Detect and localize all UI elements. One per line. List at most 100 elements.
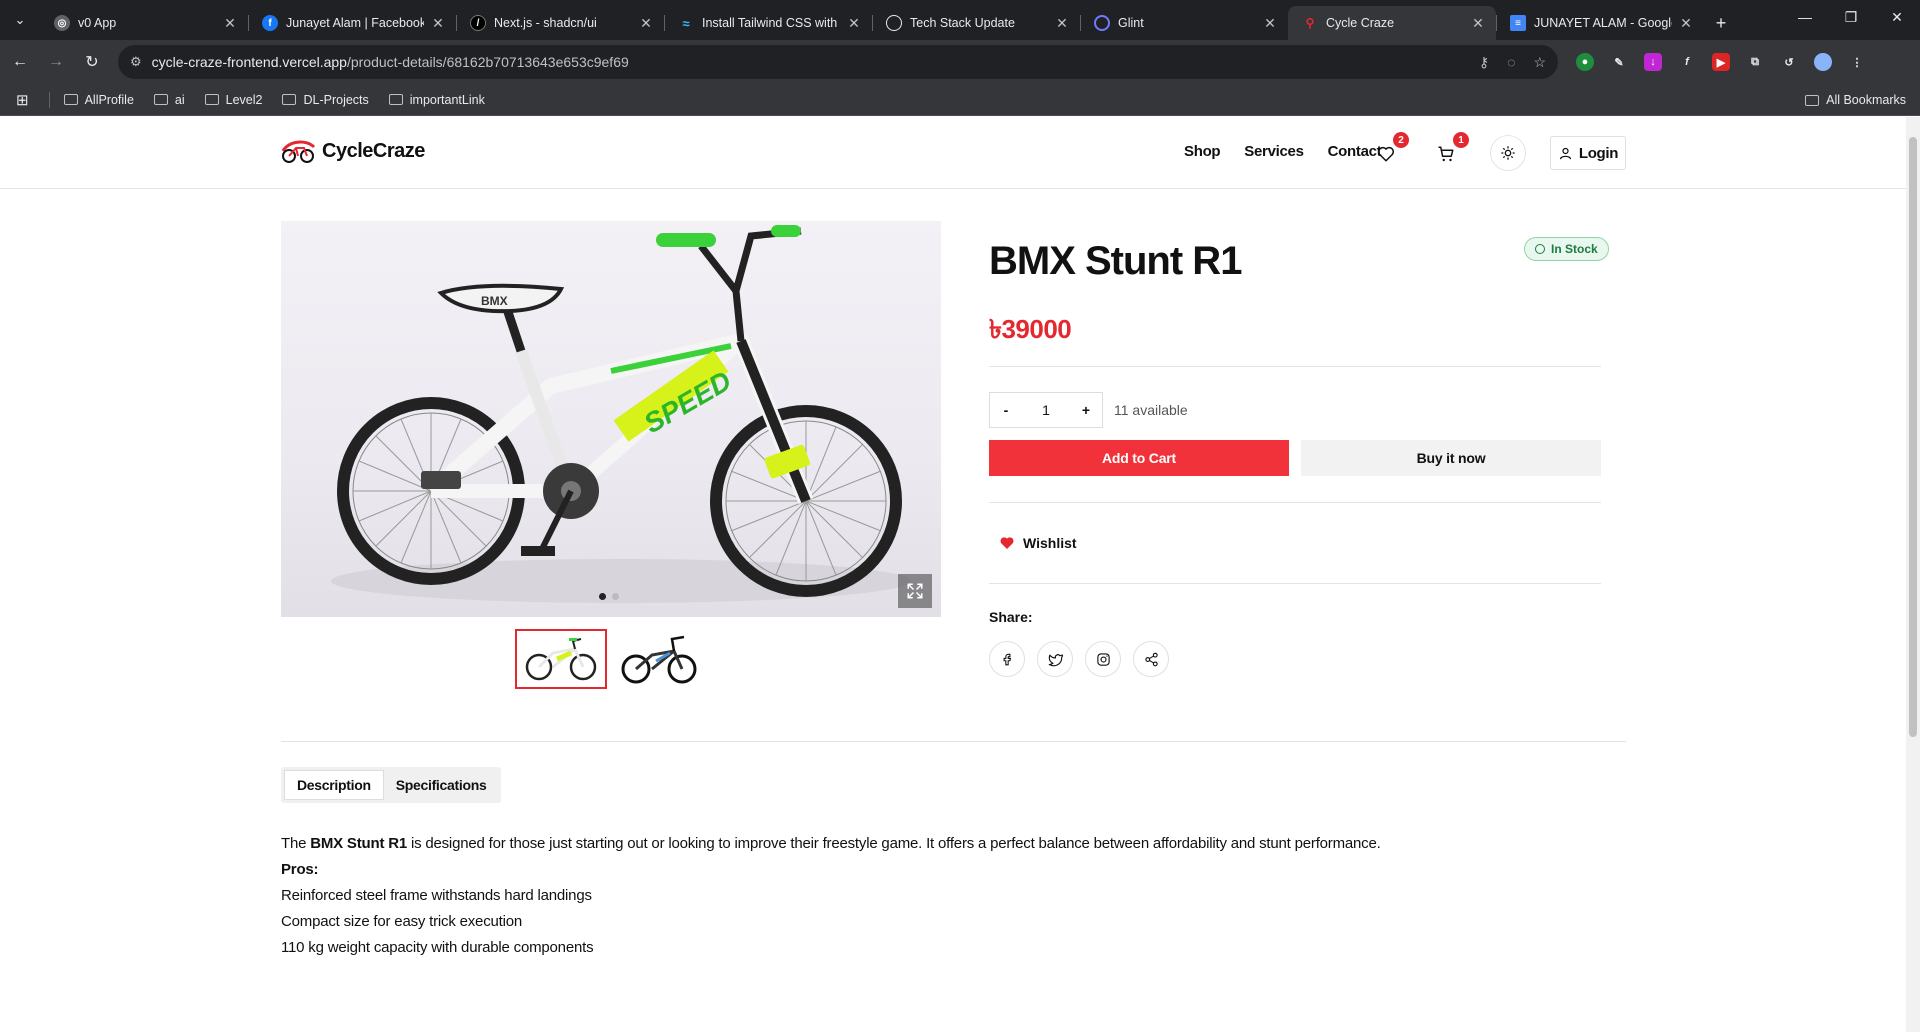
tab-description[interactable]: Description (284, 770, 384, 800)
close-window-button[interactable]: ✕ (1874, 0, 1920, 34)
eye-off-icon[interactable]: ◌ (1507, 54, 1515, 71)
nav-link-contact[interactable]: Contact (1328, 143, 1382, 160)
carousel-dot[interactable] (599, 593, 606, 600)
divider (989, 583, 1601, 584)
user-icon (1559, 147, 1571, 159)
tab-title: Glint (1118, 16, 1144, 30)
bookmark-label: importantLink (409, 92, 485, 107)
qty-increase-button[interactable]: + (1070, 402, 1102, 418)
product-title: BMX Stunt R1 (989, 239, 1242, 283)
bookmark-label: ai (174, 92, 185, 107)
close-icon[interactable]: ✕ (1470, 15, 1486, 32)
more-menu-icon[interactable]: ⋮ (1848, 53, 1866, 71)
browser-tab[interactable]: ≡ JUNAYET ALAM - Google ✕ (1496, 6, 1704, 40)
avatar[interactable] (1814, 53, 1832, 71)
browser-tab[interactable]: Tech Stack Update ✕ (872, 6, 1080, 40)
bookmark-folder[interactable]: DL-Projects (282, 92, 369, 107)
share-link-button[interactable] (1133, 641, 1169, 677)
cart-button[interactable]: 1 (1435, 132, 1469, 165)
media-extension-icon[interactable]: ▶ (1712, 53, 1730, 71)
reload-button[interactable]: ↻ (76, 46, 108, 78)
zoom-button[interactable] (898, 574, 932, 608)
divider (989, 366, 1601, 367)
browser-tab[interactable]: / Next.js - shadcn/ui ✕ (456, 6, 664, 40)
puzzle-icon[interactable]: ⧉ (1746, 53, 1764, 71)
bookmark-folder[interactable]: AllProfile (63, 93, 134, 107)
key-icon[interactable]: ⚷ (1479, 54, 1489, 71)
thumbnail-2[interactable] (614, 629, 706, 689)
wishlist-count-badge: 2 (1393, 132, 1409, 148)
nav-link-services[interactable]: Services (1244, 143, 1304, 160)
close-icon[interactable]: ✕ (638, 15, 654, 32)
product-image-main[interactable]: SPEED BMX (281, 221, 941, 617)
thumbnail-bike-image (621, 635, 697, 684)
apps-icon[interactable]: ⊞ (16, 91, 29, 109)
close-icon[interactable]: ✕ (846, 15, 862, 32)
wishlist-button[interactable]: 2 (1375, 132, 1409, 165)
folder-icon (204, 94, 219, 105)
url-text[interactable]: cycle-craze-frontend.vercel.app/product-… (152, 54, 1479, 70)
globe-icon: ◎ (54, 15, 70, 31)
thumbnail-1[interactable] (515, 629, 607, 689)
share-twitter-button[interactable] (1037, 641, 1073, 677)
browser-tab[interactable]: ≈ Install Tailwind CSS with N ✕ (664, 6, 872, 40)
close-icon[interactable]: ✕ (1262, 15, 1278, 32)
bookmark-folder[interactable]: importantLink (388, 92, 485, 107)
stock-badge: In Stock (1524, 237, 1609, 261)
sync-icon[interactable]: ↺ (1780, 53, 1798, 71)
instagram-icon (1096, 652, 1110, 666)
login-label: Login (1578, 144, 1619, 162)
close-icon[interactable]: ✕ (430, 15, 446, 32)
share-instagram-button[interactable] (1085, 641, 1121, 677)
cyclecraze-icon: ⚲ (1305, 16, 1315, 30)
browser-tab[interactable]: ◎ v0 App ✕ (40, 6, 248, 40)
product-detail-tabs: Description Specifications (281, 767, 502, 803)
extension-green-icon[interactable]: ● (1576, 53, 1594, 71)
check-circle-icon (1535, 244, 1545, 254)
divider (281, 741, 1626, 742)
close-icon[interactable]: ✕ (222, 15, 238, 32)
add-to-wishlist[interactable]: Wishlist (999, 535, 1077, 551)
carousel-dot[interactable] (612, 593, 619, 600)
star-icon[interactable]: ☆ (1533, 54, 1546, 71)
scrollbar-thumb[interactable] (1909, 137, 1917, 737)
browser-tab[interactable]: f Junayet Alam | Facebook ✕ (248, 6, 456, 40)
site-logo[interactable]: CycleCraze (280, 137, 425, 165)
bookmark-label: DL-Projects (303, 92, 369, 107)
close-icon[interactable]: ✕ (1678, 15, 1694, 32)
forward-button[interactable]: → (40, 46, 72, 78)
login-button[interactable]: Login (1550, 136, 1626, 170)
chevron-down-icon: ⌄ (14, 12, 26, 27)
restore-button[interactable]: ❐ (1828, 0, 1874, 34)
tab-specifications[interactable]: Specifications (384, 770, 499, 800)
share-facebook-button[interactable] (989, 641, 1025, 677)
divider (989, 502, 1601, 503)
download-extension-icon[interactable]: ↓ (1644, 53, 1662, 71)
plus-icon: + (1715, 12, 1727, 33)
address-bar[interactable]: ⚙ cycle-craze-frontend.vercel.app/produc… (118, 45, 1558, 79)
tab-search-button[interactable]: ⌄ (0, 0, 40, 40)
folder-icon (388, 94, 403, 105)
qty-decrease-button[interactable]: - (990, 402, 1022, 418)
description-lead: The (281, 835, 311, 852)
site-header: CycleCraze Shop Services Contact 2 1 Log… (0, 117, 1906, 189)
add-to-cart-button[interactable]: Add to Cart (989, 440, 1289, 476)
buy-now-button[interactable]: Buy it now (1301, 440, 1601, 476)
font-extension-icon[interactable]: f (1678, 53, 1696, 71)
page-scrollbar[interactable] (1906, 117, 1920, 1032)
svg-text:BMX: BMX (481, 294, 508, 308)
new-tab-button[interactable]: + (1704, 6, 1738, 40)
nav-link-shop[interactable]: Shop (1184, 143, 1221, 160)
site-info-icon[interactable]: ⚙ (130, 54, 142, 70)
bookmark-folder[interactable]: ai (153, 92, 185, 107)
bookmark-folder[interactable]: Level2 (204, 93, 262, 107)
browser-tab[interactable]: Glint ✕ (1080, 6, 1288, 40)
qty-input[interactable]: 1 (1022, 402, 1070, 418)
color-picker-icon[interactable]: ✎ (1610, 53, 1628, 71)
minimize-button[interactable]: — (1782, 0, 1828, 34)
theme-toggle-button[interactable] (1490, 135, 1526, 171)
back-button[interactable]: ← (4, 46, 36, 78)
close-icon[interactable]: ✕ (1054, 15, 1070, 32)
all-bookmarks[interactable]: All Bookmarks (1805, 84, 1906, 116)
browser-tab-active[interactable]: ⚲ Cycle Craze ✕ (1288, 6, 1496, 40)
